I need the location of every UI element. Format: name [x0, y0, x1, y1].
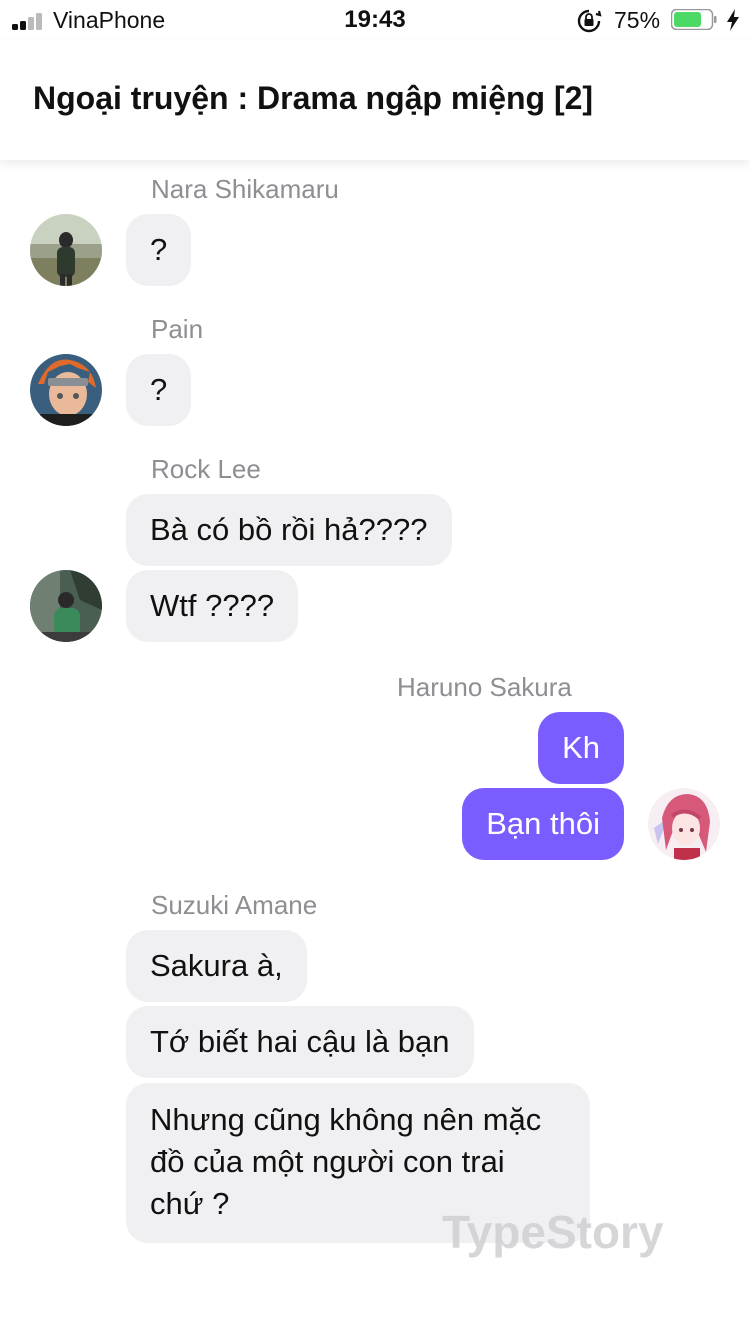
chat-header: Ngoại truyện : Drama ngập miệng [2]: [0, 40, 750, 160]
message-bubble: Sakura à,: [126, 930, 307, 1002]
message-bubble: Wtf ????: [126, 570, 299, 642]
typestory-watermark: TypeStory: [442, 1206, 664, 1258]
status-bar: VinaPhone 19:43 75%: [0, 0, 750, 40]
avatar[interactable]: [30, 354, 102, 426]
avatar[interactable]: [30, 570, 102, 642]
chat-title: Ngoại truyện : Drama ngập miệng [2]: [33, 80, 594, 116]
message-bubble-outgoing: Kh: [538, 712, 624, 784]
charging-icon: [727, 9, 739, 31]
sender-name: Rock Lee: [151, 454, 261, 484]
avatar[interactable]: [30, 214, 102, 286]
sender-name: Suzuki Amane: [151, 890, 318, 920]
message-bubble: Bà có bồ rồi hả????: [126, 494, 452, 566]
message-bubble: ?: [126, 354, 192, 426]
battery-percentage: 75%: [614, 7, 661, 33]
sender-name: Pain: [151, 314, 204, 344]
rotation-lock-icon: [577, 9, 602, 33]
message-bubble: Tớ biết hai cậu là bạn: [126, 1006, 474, 1078]
battery-icon: [671, 9, 717, 30]
sender-name: Nara Shikamaru: [151, 174, 339, 204]
message-bubble: ?: [126, 214, 192, 286]
avatar[interactable]: [648, 788, 720, 860]
message-bubble-outgoing: Bạn thôi: [462, 788, 624, 860]
sender-name: Haruno Sakura: [397, 672, 572, 702]
